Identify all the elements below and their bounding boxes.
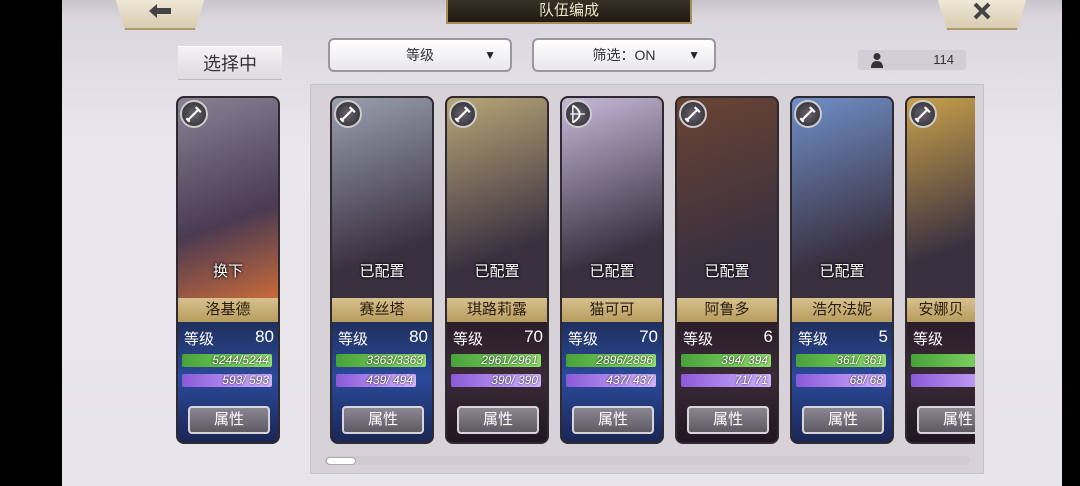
attributes-button[interactable]: 属性 xyxy=(457,406,539,434)
level-value: 80 xyxy=(255,327,274,346)
mp-bar: 437/ 437 xyxy=(566,374,656,387)
level-label: 等级 xyxy=(683,331,714,348)
unit-count: 114 xyxy=(933,52,954,67)
mp-bar: 71/ 71 xyxy=(681,374,771,387)
attributes-button[interactable]: 属性 xyxy=(802,406,884,434)
sword-icon xyxy=(334,100,362,128)
mp-bar: 439/ 494 xyxy=(336,374,416,387)
hp-bar: 2961/2961 xyxy=(451,354,541,367)
mp-bar: 68/ 68 xyxy=(796,374,886,387)
unit-status: 已配置 xyxy=(359,263,405,280)
unit-card[interactable]: 已配置 琪路莉露 等级 70 2961/2961 390/ 390 属性 xyxy=(445,96,549,444)
close-button[interactable] xyxy=(936,0,1028,30)
back-arrow-icon xyxy=(149,4,171,18)
level-row: 等级 70 xyxy=(568,326,658,348)
unit-card[interactable]: 已配置 猫可可 等级 70 2896/2896 437/ 437 属性 xyxy=(560,96,664,444)
level-row: 等级 80 xyxy=(338,326,428,348)
level-label: 等级 xyxy=(568,331,599,348)
level-label: 等级 xyxy=(338,331,369,348)
unit-stats: 等级 6 394/ 394 71/ 71 属性 xyxy=(677,322,777,442)
unit-card[interactable]: 已配置 浩尔法妮 等级 5 361/ 361 68/ 68 属性 xyxy=(790,96,894,444)
level-row: 等级 xyxy=(913,326,975,348)
game-screen: 队伍编成 选择中 等级 ▼ 筛选：ON ▼ 114 换下 洛基德 等级 80 5… xyxy=(62,0,1062,486)
chevron-down-icon: ▼ xyxy=(484,48,496,62)
mp-bar: 81/ xyxy=(911,374,975,387)
attributes-button[interactable]: 属性 xyxy=(687,406,769,434)
level-row: 等级 5 xyxy=(798,326,888,348)
unit-name: 赛丝塔 xyxy=(332,298,432,322)
chevron-down-icon: ▼ xyxy=(688,48,700,62)
level-value: 6 xyxy=(763,327,773,346)
unit-stats: 等级 80 5244/5244 593/ 593 属性 xyxy=(178,322,278,442)
level-row: 等级 70 xyxy=(453,326,543,348)
sort-dropdown-value: 等级 xyxy=(406,47,434,63)
current-unit-card[interactable]: 换下 洛基德 等级 80 5244/5244 593/ 593 属性 xyxy=(176,96,280,444)
mp-bar: 390/ 390 xyxy=(451,374,541,387)
unit-stats: 等级 70 2961/2961 390/ 390 属性 xyxy=(447,322,547,442)
filter-dropdown-value: 筛选：ON xyxy=(592,47,656,63)
attributes-button[interactable]: 属性 xyxy=(342,406,424,434)
close-icon xyxy=(973,2,991,20)
unit-stats: 等级 80 3363/3363 439/ 494 属性 xyxy=(332,322,432,442)
sword-icon xyxy=(679,100,707,128)
sword-icon xyxy=(180,100,208,128)
sword-icon xyxy=(449,100,477,128)
unit-name: 猫可可 xyxy=(562,298,662,322)
unit-name: 阿鲁多 xyxy=(677,298,777,322)
unit-card[interactable]: 已配置 阿鲁多 等级 6 394/ 394 71/ 71 属性 xyxy=(675,96,779,444)
level-label: 等级 xyxy=(913,331,944,348)
hp-bar: 361/ 361 xyxy=(796,354,886,367)
hp-bar: 2896/2896 xyxy=(566,354,656,367)
unit-card[interactable]: 安娜贝 等级 344/ 81/ 属性 xyxy=(905,96,975,444)
unit-stats: 等级 70 2896/2896 437/ 437 属性 xyxy=(562,322,662,442)
level-label: 等级 xyxy=(453,331,484,348)
hp-bar: 344/ xyxy=(911,354,975,367)
filter-dropdown[interactable]: 筛选：ON ▼ xyxy=(532,38,716,72)
unit-status: 已配置 xyxy=(589,263,635,280)
unit-name: 浩尔法妮 xyxy=(792,298,892,322)
horizontal-scrollbar[interactable] xyxy=(324,456,970,465)
selected-label: 选择中 xyxy=(178,46,282,80)
unit-status: 已配置 xyxy=(474,263,520,280)
hp-bar: 3363/3363 xyxy=(336,354,426,367)
level-row: 等级 80 xyxy=(184,326,274,348)
unit-status: 已配置 xyxy=(704,263,750,280)
unit-count-box: 114 xyxy=(858,50,966,70)
unit-stats: 等级 344/ 81/ 属性 xyxy=(907,322,975,442)
level-value: 5 xyxy=(878,327,888,346)
level-value: 70 xyxy=(639,327,658,346)
level-value: 80 xyxy=(409,327,428,346)
mp-bar: 593/ 593 xyxy=(182,374,272,387)
unit-name: 安娜贝 xyxy=(907,298,975,322)
hp-bar: 394/ 394 xyxy=(681,354,771,367)
back-button[interactable] xyxy=(114,0,206,30)
sort-dropdown[interactable]: 等级 ▼ xyxy=(328,38,512,72)
attributes-button[interactable]: 属性 xyxy=(188,406,270,434)
attributes-button[interactable]: 属性 xyxy=(917,406,975,434)
attributes-button[interactable]: 属性 xyxy=(572,406,654,434)
hp-bar: 5244/5244 xyxy=(182,354,272,367)
sword-icon xyxy=(909,100,937,128)
unit-card[interactable]: 已配置 赛丝塔 等级 80 3363/3363 439/ 494 属性 xyxy=(330,96,434,444)
level-label: 等级 xyxy=(798,331,829,348)
unit-status: 换下 xyxy=(212,263,243,280)
sword-icon xyxy=(794,100,822,128)
bow-icon xyxy=(564,100,592,128)
page-title: 队伍编成 xyxy=(446,0,692,24)
scrollbar-thumb[interactable] xyxy=(326,457,356,465)
unit-name: 琪路莉露 xyxy=(447,298,547,322)
unit-status: 已配置 xyxy=(819,263,865,280)
level-value: 70 xyxy=(524,327,543,346)
person-icon xyxy=(871,53,883,68)
level-row: 等级 6 xyxy=(683,326,773,348)
level-label: 等级 xyxy=(184,331,215,348)
unit-name: 洛基德 xyxy=(178,298,278,322)
unit-stats: 等级 5 361/ 361 68/ 68 属性 xyxy=(792,322,892,442)
